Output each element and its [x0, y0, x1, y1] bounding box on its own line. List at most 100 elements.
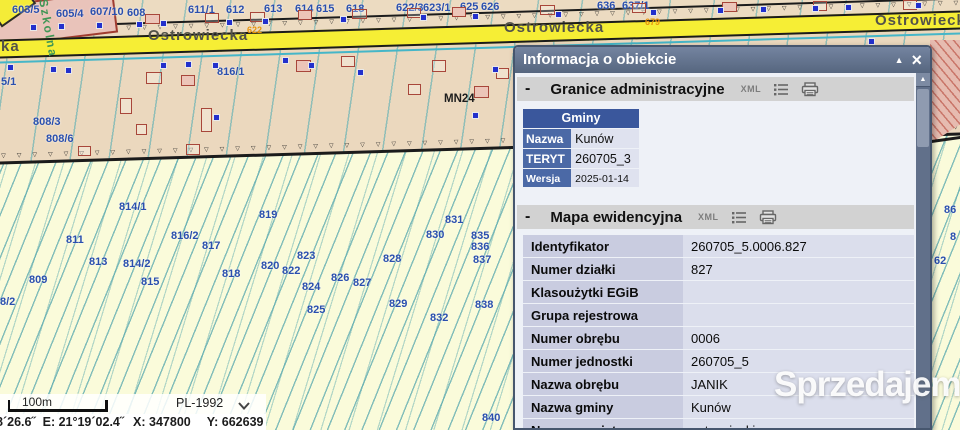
- row-label: Wersja: [523, 169, 572, 187]
- building: [181, 75, 195, 86]
- row-label: Numer jednostki: [523, 350, 683, 372]
- address-point: [30, 24, 37, 31]
- xml-button[interactable]: XML: [698, 212, 719, 222]
- row-label: Nazwa powiatu: [523, 419, 683, 428]
- parcel-label: 626: [481, 1, 500, 13]
- parcel-label: 615: [316, 3, 335, 15]
- parcel-label: 814/1: [119, 201, 147, 213]
- address-point: [308, 62, 315, 69]
- address-point: [185, 61, 192, 68]
- section-header-granice: - Granice administracyjne XML: [517, 77, 914, 101]
- parcel-label: 826: [331, 272, 350, 284]
- parcel-label: 5/1: [1, 76, 17, 88]
- table-row: Numer obrębu 0006: [523, 327, 914, 350]
- row-label: Klasoużytki EGiB: [523, 281, 683, 303]
- print-icon[interactable]: [759, 209, 777, 225]
- address-point: [812, 5, 819, 12]
- building: [136, 124, 147, 135]
- address-point: [472, 13, 479, 20]
- panel-title: Informacja o obiekcie: [523, 51, 677, 68]
- row-label: Numer działki: [523, 258, 683, 280]
- building: [201, 108, 212, 132]
- collapse-section-button[interactable]: -: [525, 80, 530, 98]
- parcel-label: 613: [264, 3, 283, 15]
- parcel-label: 816/1: [217, 66, 245, 78]
- parcel-label: 636: [597, 0, 616, 12]
- table-row: TERYT 260705_3: [523, 149, 639, 168]
- building: [722, 2, 737, 12]
- collapse-section-button[interactable]: -: [525, 208, 530, 226]
- street-label: ka: [1, 38, 20, 55]
- parcel-label: 808/3: [33, 116, 61, 128]
- road-number-label: 679: [645, 17, 661, 27]
- parcel-label: 8/2: [0, 296, 16, 308]
- street-label: Ostrowiecka: [148, 27, 249, 44]
- table-row: Nazwa powiatuostrowiecki: [523, 419, 914, 428]
- building: [145, 14, 160, 24]
- address-point: [420, 14, 427, 21]
- address-point: [226, 19, 233, 26]
- close-panel-button[interactable]: ×: [911, 51, 922, 69]
- collapse-panel-button[interactable]: ▲: [895, 55, 904, 65]
- row-label: Grupa rejestrowa: [523, 304, 683, 326]
- zone-label: MN24: [444, 93, 475, 105]
- row-value: ostrowiecki: [683, 419, 914, 428]
- scrollbar-up-arrow[interactable]: ▲: [916, 73, 930, 87]
- parcel-label: 814/2: [123, 258, 151, 270]
- parcel-label: 823: [297, 250, 316, 262]
- table-row: Grupa rejestrowa: [523, 304, 914, 327]
- row-value: 2025-01-14: [571, 169, 639, 187]
- address-point: [213, 114, 220, 121]
- geoportal-screen: ▽▽▽▽▽▽▽▽▽▽▽▽▽▽▽▽▽▽▽▽▽▽▽▽▽▽▽▽▽▽▽▽▽▽▽▽▽▽▽▽…: [0, 0, 960, 430]
- address-point: [555, 11, 562, 18]
- building: [352, 9, 367, 19]
- parcel-label: 623/1: [423, 2, 451, 14]
- address-point: [160, 20, 167, 27]
- xml-button[interactable]: XML: [741, 84, 762, 94]
- parcel-label: 827: [353, 277, 372, 289]
- parcel-label: 840: [482, 412, 501, 424]
- row-label: Nazwa: [523, 129, 572, 148]
- gminy-table-rows: Nazwa Kunów TERYT 260705_3 Wersja 2025-01-14: [523, 129, 639, 187]
- table-row: Wersja 2025-01-14: [523, 169, 639, 187]
- parcel-label: 816/2: [171, 230, 199, 242]
- parcel-label: 828: [383, 253, 402, 265]
- coordinate-lon: E: 21°19´02.4˝: [42, 415, 125, 429]
- row-value: 260705_3: [571, 149, 639, 168]
- list-icon[interactable]: [773, 83, 789, 96]
- row-value: 260705_5.0006.827: [683, 235, 914, 257]
- parcel-label: 607/10: [90, 6, 124, 18]
- address-point: [58, 23, 65, 30]
- parcel-label: 822: [282, 265, 301, 277]
- scrollbar-thumb[interactable]: [917, 89, 929, 147]
- building: [474, 86, 489, 98]
- address-point: [262, 18, 269, 25]
- parcel-label: 819: [259, 209, 278, 221]
- parcel-label: 825: [307, 304, 326, 316]
- coordinate-y: Y: 662639: [206, 415, 264, 429]
- crs-selector[interactable]: PL-1992: [176, 396, 223, 410]
- row-value: 0006: [683, 327, 914, 349]
- watermark-text: Sprzedajemy: [774, 365, 960, 404]
- address-point: [915, 2, 922, 9]
- parcel-label: 838: [475, 299, 494, 311]
- panel-titlebar[interactable]: Informacja o obiekcie ▲ ×: [515, 47, 930, 73]
- scale-bar: [8, 400, 108, 412]
- address-point: [357, 69, 364, 76]
- print-icon[interactable]: [801, 81, 819, 97]
- table-row: Nazwa Kunów: [523, 129, 639, 148]
- address-point: [472, 112, 479, 119]
- address-point: [845, 4, 852, 11]
- building: [341, 56, 355, 67]
- building: [540, 5, 555, 15]
- parcel-label: 832: [430, 312, 449, 324]
- list-icon[interactable]: [731, 211, 747, 224]
- row-value: Kunów: [571, 129, 639, 148]
- parcel-label: 62: [934, 255, 947, 267]
- address-point: [868, 38, 875, 45]
- building: [205, 13, 219, 23]
- building: [186, 144, 200, 155]
- gminy-table: Gminy Nazwa Kunów TERYT 260705_3 Wersja 2025-…: [523, 109, 639, 187]
- address-point: [492, 66, 499, 73]
- address-point: [50, 66, 57, 73]
